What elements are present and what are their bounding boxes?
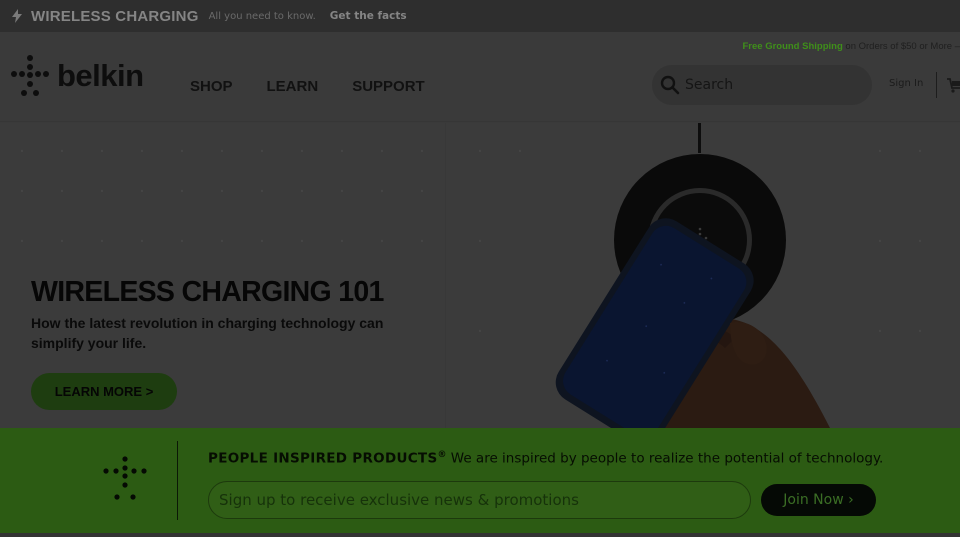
newsletter-email-field[interactable] <box>208 481 751 519</box>
header-divider <box>936 72 937 98</box>
nav-learn[interactable]: LEARN <box>267 78 319 95</box>
shipping-highlight[interactable]: Free Ground Shipping <box>742 41 842 52</box>
search-input[interactable] <box>685 77 855 93</box>
shipping-banner: Free Ground Shipping on Orders of $50 or… <box>742 41 960 52</box>
cart-icon[interactable] <box>946 74 960 94</box>
page: WIRELESS CHARGING All you need to know. … <box>0 0 960 537</box>
promo-title: WIRELESS CHARGING <box>31 7 199 25</box>
newsletter-tagline: We are inspired by people to realize the… <box>450 450 884 467</box>
main-nav: SHOP LEARN SUPPORT <box>190 78 459 95</box>
shipping-text: on Orders of $50 or More – <box>845 41 960 52</box>
promo-link[interactable]: Get the facts <box>330 10 407 22</box>
newsletter-headline: PEOPLE INSPIRED PRODUCTS® We are inspire… <box>208 450 883 467</box>
lightning-bolt-icon <box>9 8 25 24</box>
email-input[interactable] <box>219 491 739 509</box>
belkin-logo-mark <box>11 55 49 96</box>
hero-divider <box>445 123 446 428</box>
promo-bar: WIRELESS CHARGING All you need to know. … <box>0 0 960 32</box>
logo-wordmark: belkin <box>57 58 144 93</box>
site-header: Free Ground Shipping on Orders of $50 or… <box>0 32 960 122</box>
nav-shop[interactable]: SHOP <box>190 78 233 95</box>
search-icon[interactable] <box>660 75 680 95</box>
learn-more-button[interactable]: LEARN MORE > <box>31 373 177 410</box>
newsletter-band: PEOPLE INSPIRED PRODUCTS® We are inspire… <box>0 428 960 533</box>
search-box[interactable] <box>652 65 872 105</box>
promo-subtitle: All you need to know. <box>208 10 316 22</box>
hero-title: WIRELESS CHARGING 101 <box>31 276 384 308</box>
registered-mark: ® <box>437 450 447 460</box>
sign-in-link[interactable]: Sign In <box>889 78 923 89</box>
footer-strip <box>0 533 960 537</box>
hero-banner: WIRELESS CHARGING 101 How the latest rev… <box>0 123 960 428</box>
join-now-button[interactable]: Join Now › <box>761 484 876 516</box>
belkin-mark-icon <box>103 456 147 500</box>
belkin-logo[interactable]: belkin <box>9 52 159 100</box>
nav-support[interactable]: SUPPORT <box>352 78 425 95</box>
newsletter-divider <box>177 441 178 520</box>
wireless-charger-phone-illustration <box>555 123 830 428</box>
newsletter-heading: PEOPLE INSPIRED PRODUCTS <box>208 450 438 467</box>
hero-subtitle: How the latest revolution in charging te… <box>31 315 384 351</box>
